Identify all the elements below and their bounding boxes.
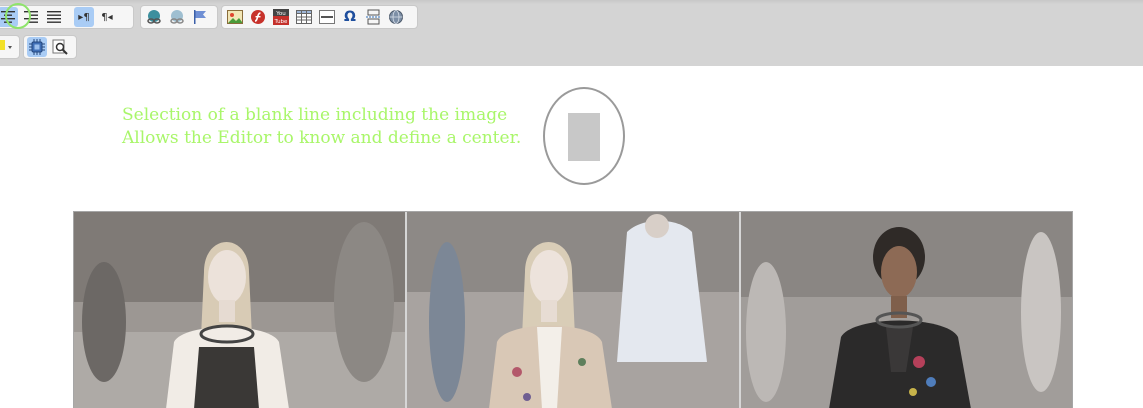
runway-photo-1[interactable] — [74, 212, 408, 408]
note-line-2: Allows the Editor to know and define a c… — [122, 128, 522, 148]
image-button[interactable] — [225, 7, 245, 27]
iframe-button[interactable] — [386, 7, 406, 27]
model-floral-coat-image — [407, 212, 739, 408]
text-color-button[interactable] — [0, 37, 14, 57]
globe-icon — [389, 10, 403, 24]
note-line-1: Selection of a blank line including the … — [122, 105, 508, 125]
page-break-button[interactable] — [363, 7, 383, 27]
youtube-icon: You Tube — [273, 9, 289, 25]
alignment-group: ▸¶ ¶◂ — [0, 5, 134, 29]
align-right-icon — [24, 11, 38, 23]
model-leather-jacket-image — [740, 212, 1072, 408]
runway-photo-3[interactable] — [740, 212, 1072, 408]
link-group — [140, 5, 218, 29]
align-right-button[interactable] — [21, 7, 41, 27]
align-justify-icon — [47, 11, 61, 23]
flash-icon — [251, 10, 265, 24]
image-icon — [227, 10, 243, 24]
runway-photo-2[interactable] — [407, 212, 741, 408]
horizontal-rule-button[interactable] — [317, 7, 337, 27]
flag-icon — [194, 10, 206, 24]
ltr-direction-button[interactable]: ▸¶ — [74, 7, 94, 27]
youtube-button[interactable]: You Tube — [271, 7, 291, 27]
insert-group: You Tube Ω — [221, 5, 418, 29]
view-group — [23, 35, 77, 59]
flash-button[interactable] — [248, 7, 268, 27]
anchor-button[interactable] — [190, 7, 210, 27]
align-justify-button[interactable] — [44, 7, 64, 27]
horizontal-rule-icon — [319, 10, 335, 24]
instruction-note: Selection of a blank line including the … — [122, 104, 521, 150]
runway-image-gallery[interactable] — [73, 211, 1073, 408]
text-color-group — [0, 35, 20, 59]
blank-line-placeholder — [568, 113, 600, 161]
page-break-icon — [366, 9, 380, 25]
align-center-button[interactable] — [0, 7, 18, 27]
special-char-button[interactable]: Ω — [340, 7, 360, 27]
show-blocks-button[interactable] — [27, 37, 47, 57]
table-icon — [296, 10, 312, 24]
editor-toolbar: ▸¶ ¶◂ You Tube Ω — [0, 0, 1143, 66]
link-icon — [147, 10, 161, 24]
preview-magnifier-icon — [52, 39, 68, 55]
align-center-icon — [1, 11, 15, 23]
preview-button[interactable] — [50, 37, 70, 57]
link-button[interactable] — [144, 7, 164, 27]
unlink-icon — [170, 10, 184, 24]
rtl-direction-button[interactable]: ¶◂ — [97, 7, 117, 27]
rtl-icon: ¶◂ — [101, 11, 113, 23]
youtube-label-bottom: Tube — [274, 19, 289, 25]
unlink-button[interactable] — [167, 7, 187, 27]
youtube-label-top: You — [275, 11, 285, 17]
ltr-icon: ▸¶ — [78, 11, 90, 23]
table-button[interactable] — [294, 7, 314, 27]
highlighter-icon — [0, 40, 12, 50]
model-silhouette-image — [74, 212, 406, 408]
omega-icon: Ω — [344, 9, 356, 25]
cpu-icon — [29, 39, 45, 55]
